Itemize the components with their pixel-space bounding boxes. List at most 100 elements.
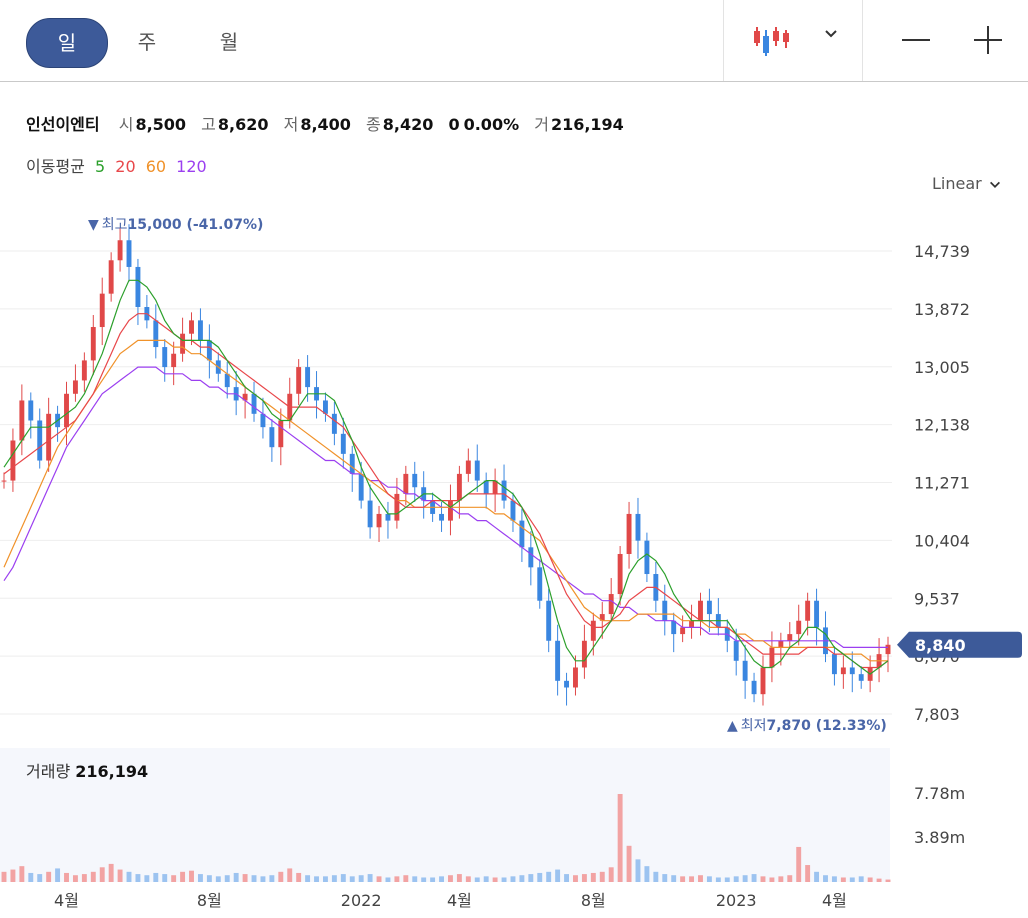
candle-body [831, 654, 837, 675]
volume-bar [403, 875, 409, 882]
volume-bar [296, 872, 302, 882]
candle [376, 505, 382, 542]
volume-bar [617, 794, 623, 882]
volume-bar [394, 876, 400, 882]
volume-bar [796, 846, 802, 882]
candle [483, 472, 489, 509]
time-axis: 4월 8월 2022 4월 8월 2023 4월 [54, 891, 847, 910]
candle [314, 371, 319, 419]
volume-bar [787, 875, 793, 882]
volume-bar [206, 875, 212, 882]
candle [197, 308, 203, 356]
volume-bar [831, 876, 837, 882]
volume-bar [37, 874, 43, 882]
volume-bar [876, 878, 882, 882]
volume-bar [537, 872, 543, 882]
candle [403, 465, 409, 506]
candle-body [626, 513, 632, 554]
candle [849, 651, 855, 693]
volume-bar [885, 879, 891, 882]
volume-bar [171, 875, 177, 882]
volume-bar [492, 877, 498, 882]
candle [885, 636, 891, 673]
volume-bar [564, 874, 570, 882]
candle [153, 304, 159, 359]
time-tick-label: 8월 [197, 891, 222, 910]
candle [37, 408, 43, 469]
candles [1, 224, 891, 706]
candle-body [269, 427, 275, 448]
volume-bar [55, 868, 61, 882]
candle-body [206, 340, 212, 361]
candle-body [117, 240, 123, 261]
volume-bar [483, 876, 489, 882]
volume-axis: 7.78m 3.89m [914, 784, 965, 847]
volume-bar [224, 875, 230, 882]
volume-bar [823, 875, 828, 882]
candle [474, 444, 480, 492]
candle-body [662, 600, 668, 621]
candle [394, 477, 400, 529]
candle-body [849, 667, 855, 675]
candle-body [689, 620, 695, 628]
candle-body [537, 567, 543, 601]
candle-body [456, 473, 462, 501]
candle-body [37, 420, 43, 461]
candle-body [448, 500, 453, 521]
volume-bar [251, 875, 257, 882]
candle-body [90, 327, 96, 361]
ma5-line [3, 279, 889, 675]
time-tick-label: 4월 [54, 891, 79, 910]
candle-body [99, 293, 105, 328]
volume-bar [269, 875, 275, 882]
price-chart[interactable]: 14,739 13,872 13,005 12,138 11,271 10,404 9,53… [0, 0, 1028, 918]
volume-bar [733, 876, 739, 882]
candle-body [305, 367, 311, 388]
candle [144, 294, 150, 329]
candle-body [153, 320, 159, 348]
volume-bar [671, 875, 677, 882]
candle [787, 622, 793, 649]
price-tick-label: 12,138 [914, 416, 970, 435]
volume-bar [19, 866, 25, 882]
candle [796, 604, 802, 646]
volume-bar [608, 867, 614, 882]
candle-body [885, 644, 891, 655]
candle-body [671, 620, 677, 635]
volume-bar [28, 872, 34, 882]
candle-body [412, 473, 418, 488]
price-tick-label: 14,739 [914, 242, 970, 261]
price-tick-label: 10,404 [914, 531, 970, 550]
volume-bar [287, 868, 293, 882]
candle-body [787, 634, 793, 641]
candle-body [528, 547, 534, 568]
volume-bar [448, 875, 453, 882]
volume-bar [430, 877, 436, 882]
volume-bar [751, 874, 757, 882]
candle-body [81, 360, 87, 381]
volume-bar [10, 869, 16, 882]
candle [564, 672, 570, 706]
candle [858, 666, 864, 689]
volume-bar [519, 875, 525, 882]
price-tick-label: 11,271 [914, 474, 970, 493]
candle [831, 646, 837, 686]
price-tick-label: 13,005 [914, 358, 970, 377]
candle-body [519, 520, 525, 548]
candle-body [403, 473, 409, 494]
candle [331, 401, 337, 446]
candle-body [358, 473, 364, 501]
candle-body [733, 640, 739, 661]
candle-body [126, 240, 132, 267]
candle-body [278, 420, 284, 448]
volume-bar [760, 876, 766, 882]
volume-bar [1, 871, 7, 882]
volume-bar [108, 863, 114, 882]
candle-body [555, 640, 561, 681]
volume-bar [573, 875, 578, 882]
volume-bar [189, 870, 194, 882]
volume-tick-label: 3.89m [914, 828, 965, 847]
volume-bar [849, 877, 855, 882]
price-tick-label: 7,803 [914, 705, 960, 724]
volume-bar [814, 871, 820, 882]
